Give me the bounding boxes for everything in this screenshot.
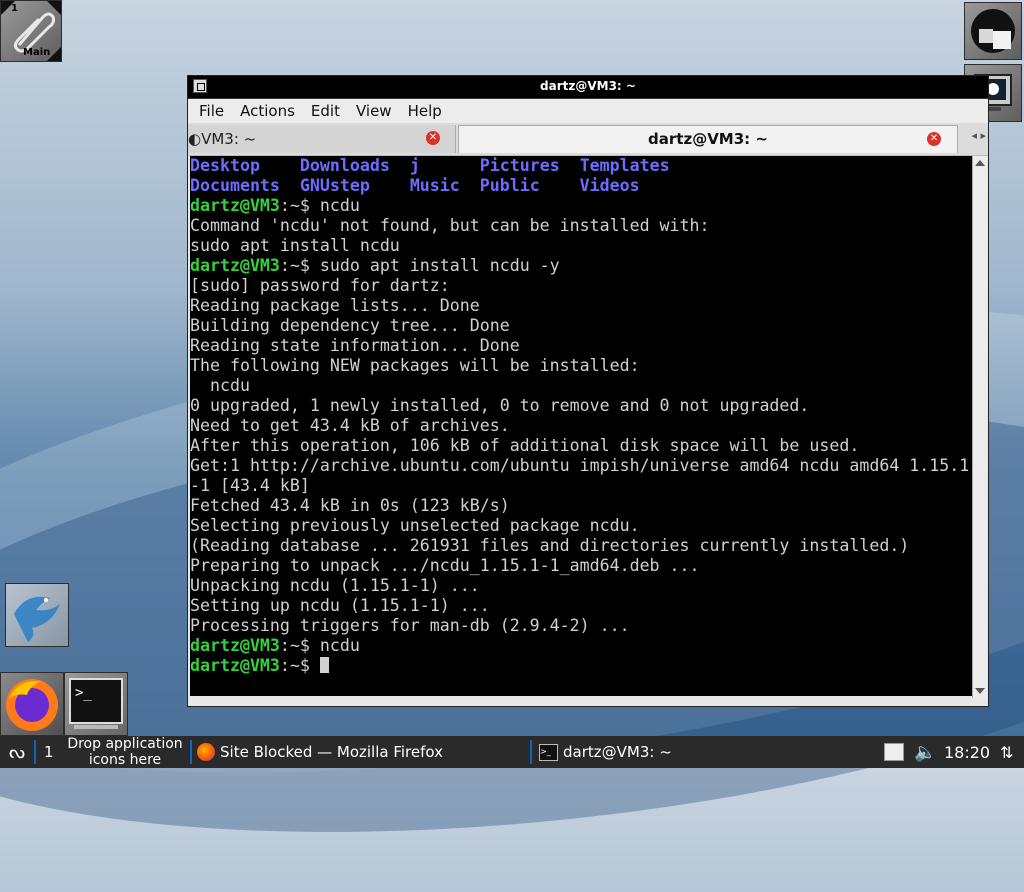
firefox-icon [6, 679, 58, 731]
taskbar-separator [190, 740, 192, 764]
output-line: Command 'ncdu' not found, but can be ins… [190, 216, 710, 235]
scroll-up-icon[interactable] [975, 160, 985, 166]
launcher-drop-area[interactable]: Drop application icons here [62, 736, 188, 768]
ls-entry: GNUstep [299, 176, 370, 195]
volume-tray[interactable]: 🔈 [914, 736, 936, 768]
ls-entry: Downloads [299, 156, 390, 175]
workspace-clip[interactable]: 1 Main [0, 0, 62, 62]
prompt-user: dartz@VM3 [190, 256, 280, 275]
vertical-scrollbar[interactable] [972, 156, 987, 698]
wmaker-logo-icon [971, 9, 1015, 53]
close-tab-icon[interactable]: ✕ [927, 132, 941, 146]
ls-entry: j [409, 156, 420, 175]
prompt-user: dartz@VM3 [190, 636, 280, 655]
drop-text-line1: Drop application [67, 736, 183, 752]
output-line: Preparing to unpack .../ncdu_1.15.1-1_am… [190, 556, 700, 575]
output-line: Reading state information... Done [190, 336, 520, 355]
tab-dartz-active[interactable]: dartz@VM3: ~ ✕ [458, 125, 958, 153]
output-line: ncdu [190, 376, 250, 395]
tab-label: dartz@VM3: ~ [648, 130, 768, 148]
workspace-label: Main [23, 47, 51, 58]
prompt-path: :~$ [279, 256, 310, 275]
menu-file[interactable]: File [191, 102, 232, 120]
prompt-user: dartz@VM3 [190, 196, 280, 215]
bird-app-tile[interactable] [5, 583, 69, 647]
workspace-switcher[interactable]: 1 [44, 736, 54, 768]
command-text: sudo apt install ncdu -y [309, 256, 560, 275]
terminal-launcher[interactable]: >_ [64, 672, 128, 736]
output-line: Fetched 43.4 kB in 0s (123 kB/s) [190, 496, 510, 515]
taskbar: ᔓ 1 Drop application icons here Site Blo… [0, 736, 1024, 768]
menu-edit[interactable]: Edit [303, 102, 348, 120]
taskbar-app-label: dartz@VM3: ~ [563, 743, 672, 761]
output-line: Reading package lists... Done [190, 296, 480, 315]
command-text [310, 656, 320, 675]
firefox-icon [197, 743, 215, 761]
tab-vm3[interactable]: ◐VM3: ~ ✕ [188, 125, 456, 153]
tab-scroll-arrows[interactable]: ◂ ▸ [971, 129, 986, 142]
output-line: Selecting previously unselected package … [190, 516, 640, 535]
tab-bar: ◐VM3: ~ ✕ dartz@VM3: ~ ✕ ◂ ▸ [188, 123, 988, 156]
window-title: dartz@VM3: ~ [540, 79, 636, 93]
svg-text:>_: >_ [75, 685, 92, 701]
menu-swirl-icon: ᔓ [8, 741, 26, 763]
close-tab-icon[interactable]: ✕ [426, 131, 440, 145]
command-text: ncdu [309, 196, 360, 215]
drop-text-line2: icons here [88, 752, 162, 768]
output-line: Need to get 43.4 kB of archives. [190, 416, 510, 435]
text-cursor [319, 657, 329, 673]
ls-entry: Music [409, 176, 460, 195]
output-line: [sudo] password for dartz: [190, 276, 450, 295]
menu-help[interactable]: Help [400, 102, 450, 120]
terminal-output[interactable]: Desktop Downloads j Pictures Templates D… [190, 156, 973, 696]
output-line: (Reading database ... 261931 files and d… [190, 536, 910, 555]
menubar: File Actions Edit View Help [188, 99, 988, 123]
prompt-path: :~$ [279, 656, 310, 675]
ls-entry: Documents [190, 176, 280, 195]
taskbar-separator [530, 740, 532, 764]
terminal-icon: >_ [69, 678, 123, 729]
command-text: ncdu [309, 636, 360, 655]
menu-view[interactable]: View [348, 102, 400, 120]
output-line: Unpacking ncdu (1.15.1-1) ... [190, 576, 480, 595]
output-line: -1 [43.4 kB] [190, 476, 310, 495]
start-menu-button[interactable]: ᔓ [4, 736, 30, 768]
window-maker-logo-tile[interactable] [964, 2, 1022, 60]
terminal-text: Desktop Downloads j Pictures Templates D… [190, 156, 973, 676]
terminal-window[interactable]: dartz@VM3: ~ File Actions Edit View Help… [187, 75, 989, 707]
ls-entry: Videos [579, 176, 640, 195]
clock[interactable]: 18:20 [944, 736, 990, 768]
taskbar-app-label: Site Blocked — Mozilla Firefox [220, 743, 443, 761]
menu-actions[interactable]: Actions [232, 102, 303, 120]
taskbar-firefox[interactable]: Site Blocked — Mozilla Firefox [197, 736, 443, 768]
output-line: After this operation, 106 kB of addition… [190, 436, 860, 455]
tab-label: ◐VM3: ~ [188, 130, 257, 148]
network-icon: ⇅ [1000, 742, 1014, 762]
prompt-user: dartz@VM3 [190, 656, 280, 675]
ls-entry: Public [479, 176, 540, 195]
bird-icon [14, 596, 60, 642]
output-line: Building dependency tree... Done [190, 316, 510, 335]
output-line: sudo apt install ncdu [190, 236, 400, 255]
prompt-path: :~$ [279, 196, 310, 215]
taskbar-separator [34, 740, 36, 764]
ls-entry: Templates [579, 156, 670, 175]
output-line: Processing triggers for man-db (2.9.4-2)… [190, 616, 630, 635]
output-line: The following NEW packages will be insta… [190, 356, 640, 375]
output-line: Get:1 http://archive.ubuntu.com/ubuntu i… [190, 456, 970, 475]
window-titlebar[interactable]: dartz@VM3: ~ [188, 76, 988, 99]
ls-entry: Pictures [479, 156, 560, 175]
notes-icon [884, 743, 904, 761]
notes-tray[interactable] [884, 736, 904, 768]
output-line: Setting up ncdu (1.15.1-1) ... [190, 596, 490, 615]
firefox-launcher[interactable] [0, 672, 64, 736]
scroll-down-icon[interactable] [975, 688, 985, 694]
ls-entry: Desktop [190, 156, 260, 175]
network-tray[interactable]: ⇅ [1000, 736, 1013, 768]
volume-icon: 🔈 [914, 741, 937, 763]
prompt-path: :~$ [279, 636, 310, 655]
output-line: 0 upgraded, 1 newly installed, 0 to remo… [190, 396, 810, 415]
terminal-icon: >_ [539, 743, 558, 761]
taskbar-terminal[interactable]: >_ dartz@VM3: ~ [539, 736, 672, 768]
